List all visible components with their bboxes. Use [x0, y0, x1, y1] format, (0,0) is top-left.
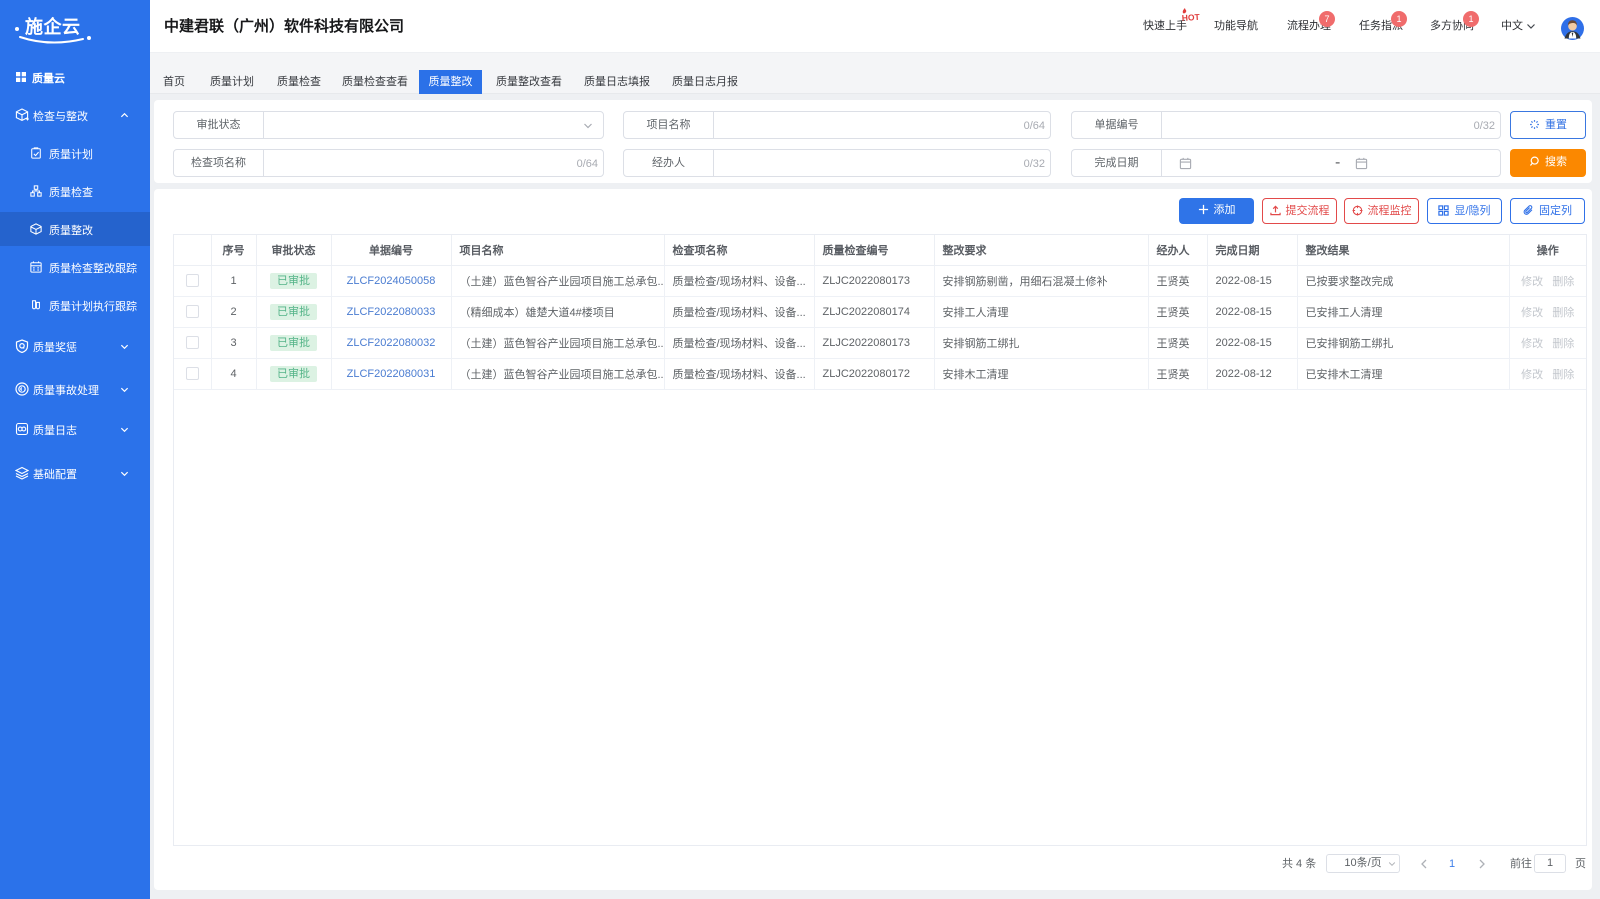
svg-text:HOT: HOT	[1181, 12, 1200, 23]
